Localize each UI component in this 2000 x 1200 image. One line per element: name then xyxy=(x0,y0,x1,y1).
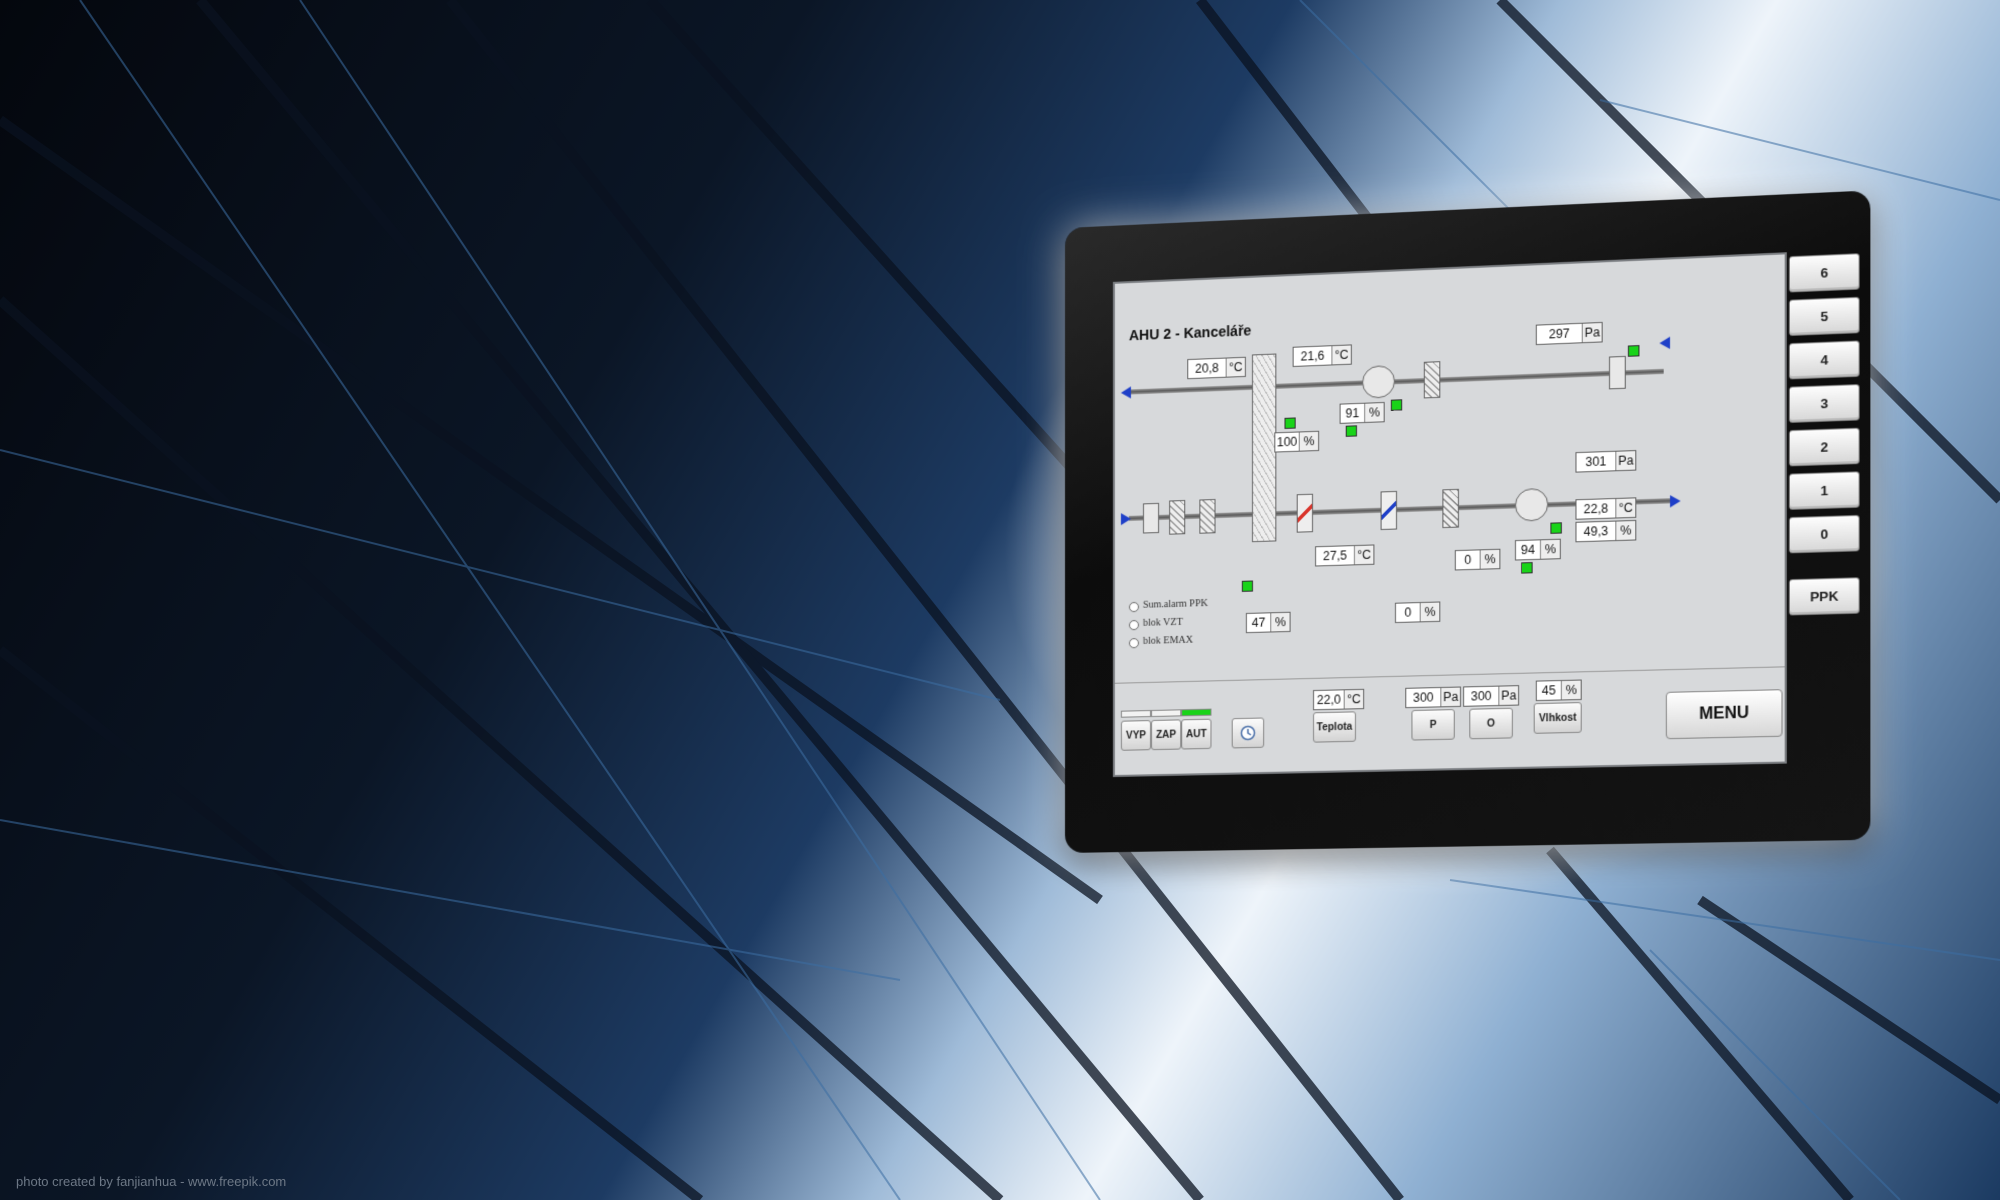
extract-fan-status xyxy=(1390,399,1403,411)
recovery-position: 100% xyxy=(1274,430,1320,453)
cooler-coil xyxy=(1380,490,1398,531)
menu-button[interactable]: MENU xyxy=(1665,689,1783,740)
mode-auto-button[interactable]: AUT xyxy=(1181,718,1212,750)
alarm-label-vzt: blok VZT xyxy=(1142,616,1183,629)
exhaust-pressure: 297 Pa xyxy=(1535,321,1603,346)
heater-return-temperature: 27,5 °C xyxy=(1315,544,1375,567)
exhaust-temperature: 20,8 °C xyxy=(1187,356,1246,380)
heat-recovery-exchanger xyxy=(1251,353,1277,543)
clock-icon xyxy=(1240,725,1256,741)
fan-control-status xyxy=(1345,425,1357,437)
alarm-label-emax: blok EMAX xyxy=(1142,634,1194,647)
humidity-button[interactable]: Vlhkost xyxy=(1533,702,1582,734)
filter-1 xyxy=(1169,499,1186,535)
supply-fan-speed: 94% xyxy=(1514,538,1561,561)
supply-arrow-in-icon xyxy=(1120,512,1131,526)
humidity-setpoint: 45% xyxy=(1535,679,1582,702)
heater-valve-position: 47% xyxy=(1245,611,1291,634)
heater-coil xyxy=(1296,493,1314,533)
humidifier xyxy=(1442,488,1459,529)
page-button-3[interactable]: 3 xyxy=(1788,384,1860,423)
exhaust-arrow-in-icon xyxy=(1659,336,1671,350)
mode-bar-on xyxy=(1151,709,1182,718)
supply-damper xyxy=(1142,502,1160,534)
exhaust-damper-status xyxy=(1627,345,1640,357)
exhaust-damper xyxy=(1608,355,1626,390)
mode-off-button[interactable]: VYP xyxy=(1120,720,1152,751)
supply-fan-control-status xyxy=(1521,562,1533,574)
clock-button[interactable] xyxy=(1231,717,1265,749)
mode-on-button[interactable]: ZAP xyxy=(1151,719,1182,751)
photo-credit: photo created by fanjianhua - www.freepi… xyxy=(16,1174,287,1189)
mode-bar-auto xyxy=(1181,708,1212,717)
mode-bar-off xyxy=(1120,710,1152,718)
filter-2 xyxy=(1199,498,1216,534)
alarm-indicator-vzt xyxy=(1128,619,1139,631)
extract-filter xyxy=(1423,361,1441,399)
page-button-6[interactable]: 6 xyxy=(1788,253,1860,293)
pressure-p-button[interactable]: P xyxy=(1411,709,1455,741)
alarm-label-ppk: Sum.alarm PPK xyxy=(1142,597,1208,611)
bottom-separator xyxy=(1114,666,1785,684)
hmi-screen: AHU 2 - Kanceláře 20,8 °C 21,6 °C 297 Pa 91… xyxy=(1112,252,1787,778)
page-button-1[interactable]: 1 xyxy=(1788,471,1860,510)
cooler-valve-position: 0% xyxy=(1454,548,1501,571)
page-button-4[interactable]: 4 xyxy=(1788,340,1860,380)
page-button-5[interactable]: 5 xyxy=(1788,296,1860,336)
pressure-p-setpoint: 300 Pa xyxy=(1405,686,1461,709)
page-selector: 6 5 4 3 2 1 0 PPK xyxy=(1788,253,1864,764)
pressure-o-button[interactable]: O xyxy=(1469,707,1513,740)
supply-arrow-right-icon xyxy=(1670,494,1681,508)
recovery-status xyxy=(1284,417,1296,429)
supply-pressure: 301 Pa xyxy=(1575,450,1637,473)
heater-pump-status xyxy=(1241,580,1253,592)
alarm-indicator-ppk xyxy=(1128,601,1139,613)
supply-humidity: 49,3% xyxy=(1575,519,1637,543)
extract-fan xyxy=(1362,364,1395,399)
page-title: AHU 2 - Kanceláře xyxy=(1128,322,1252,344)
exhaust-arrow-left-icon xyxy=(1120,386,1131,399)
supply-fan xyxy=(1514,487,1549,522)
pressure-o-setpoint: 300 Pa xyxy=(1463,685,1520,707)
temperature-setpoint: 22,0 °C xyxy=(1313,688,1365,711)
supply-fan-status xyxy=(1550,522,1562,534)
temperature-button[interactable]: Teplota xyxy=(1313,711,1356,743)
supply-temperature: 22,8 °C xyxy=(1575,497,1637,520)
extract-temperature: 21,6 °C xyxy=(1292,344,1352,367)
page-button-2[interactable]: 2 xyxy=(1788,427,1860,467)
alarm-indicator-emax xyxy=(1128,638,1139,649)
page-button-0[interactable]: 0 xyxy=(1788,514,1860,554)
extract-fan-speed: 91% xyxy=(1339,401,1385,424)
hmi-tablet: AHU 2 - Kanceláře 20,8 °C 21,6 °C 297 Pa 91… xyxy=(1065,190,1871,854)
ppk-button[interactable]: PPK xyxy=(1788,577,1860,616)
cooler-valve-position-2: 0% xyxy=(1394,601,1441,624)
